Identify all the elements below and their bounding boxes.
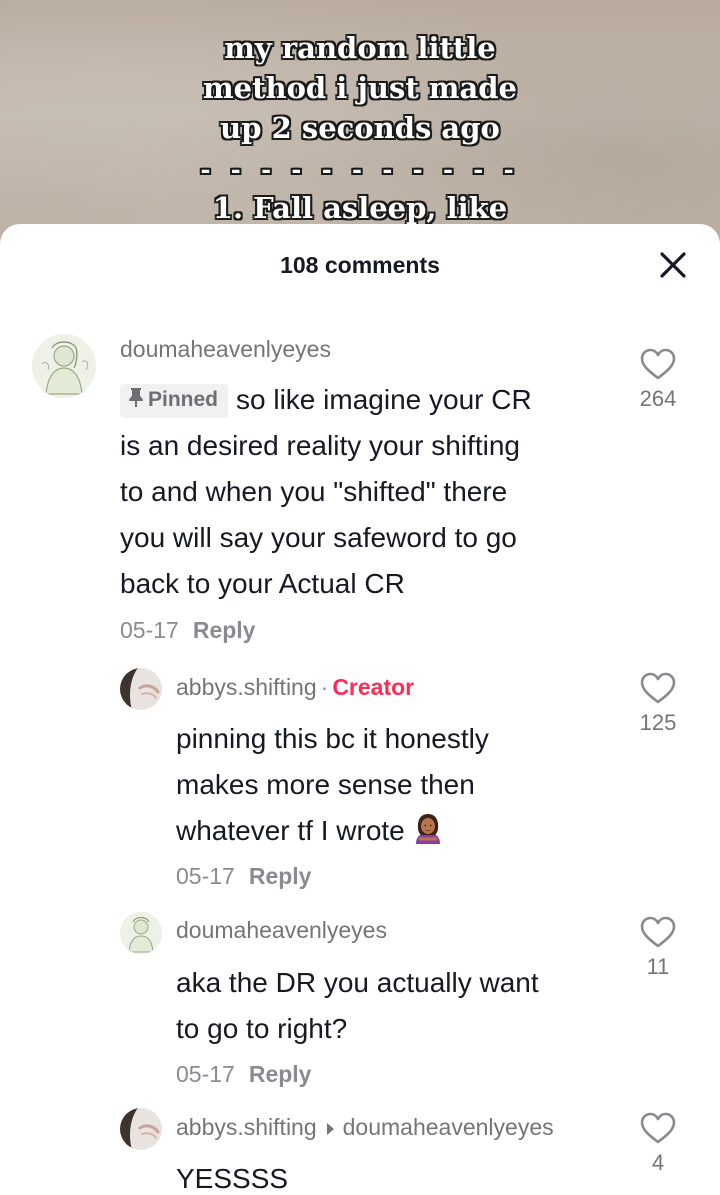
comment-text-line: to and when you "shifted" there [120,476,508,507]
video-caption-line: method i just made [202,71,518,105]
avatar-image [120,912,162,954]
creator-badge: Creator [332,674,415,700]
like-count: 4 [651,1150,665,1175]
person-gesturing-no-emoji [411,812,445,860]
avatar-image [120,1108,162,1150]
like-count: 125 [639,710,677,735]
reply-to-username[interactable]: doumaheavenlyeyes [343,1114,554,1140]
reply-text: aka the DR you actually want to go to ri… [176,960,606,1052]
reply-text: YESSSS [176,1156,606,1195]
avatar-image [120,668,162,710]
avatar[interactable] [120,912,162,954]
reply-text-line: aka the DR you actually want [176,967,539,998]
reply-button[interactable]: Reply [193,617,256,643]
comment-text: Pinned so like imagine your CR is an desi… [120,377,620,607]
reply-username-text[interactable]: abbys.shifting [176,674,317,700]
comment-text-line: is an desired reality your shifting [120,430,520,461]
video-caption-line: up 2 seconds ago [220,111,500,145]
reply-meta: 05-17 Reply [176,863,311,890]
separator-dot: · [320,674,329,700]
avatar[interactable] [120,1108,162,1150]
reply-text-line: YESSSS [176,1163,289,1194]
heart-icon [640,348,676,380]
video-caption-line: my random little [224,31,496,65]
reply-button[interactable]: Reply [249,863,312,889]
reply-text-line: pinning this bc it honestly [176,723,489,754]
heart-icon [640,672,676,704]
reply-text: pinning this bc it honestly makes more s… [176,716,606,860]
reply-meta: 05-17 Reply [176,1061,311,1088]
close-icon [660,252,686,278]
pin-icon [128,388,144,416]
comment-date: 05-17 [120,617,179,643]
reply-username: abbys.shifting · Creator [176,674,414,701]
heart-icon [640,1112,676,1144]
close-button[interactable] [658,250,688,280]
comment-count: 108 comments [280,252,440,278]
comment-text-line: so like imagine your CR [236,384,532,415]
reply-text-line: to go to right? [176,1013,348,1044]
reply-text-line: makes more sense then [176,769,475,800]
like-count: 264 [639,386,677,411]
reply-username: abbys.shifting doumaheavenlyeyes [176,1114,554,1142]
sheet-header: 108 comments [0,224,720,308]
comments-sheet: 108 comments doumaheavenlyeyes Pinned so … [0,224,720,1195]
heart-icon [640,916,676,948]
comment-meta: 05-17 Reply [120,617,255,644]
avatar[interactable] [32,334,96,398]
video-caption-line: 1. Fall asleep, like [212,191,508,225]
comment-text-line: you will say your safeword to go [120,522,517,553]
pinned-badge: Pinned [120,384,229,418]
pinned-label: Pinned [148,388,219,411]
reply-button[interactable]: Reply [249,1061,312,1087]
like-button[interactable]: 4 [628,1112,688,1176]
video-background[interactable]: my random little method i just made up 2… [0,0,720,260]
avatar-image [32,334,96,398]
reply-date: 05-17 [176,863,235,889]
avatar[interactable] [120,668,162,710]
like-count: 11 [646,954,670,979]
comment-username[interactable]: doumaheavenlyeyes [120,336,331,363]
like-button[interactable]: 125 [628,672,688,736]
comment-text-line: back to your Actual CR [120,568,405,599]
reply-arrow-icon [325,1115,335,1142]
reply-username-text[interactable]: abbys.shifting [176,1114,317,1140]
reply-date: 05-17 [176,1061,235,1087]
reply-text-line: whatever tf I wrote [176,815,405,846]
like-button[interactable]: 11 [628,916,688,980]
like-button[interactable]: 264 [628,348,688,412]
video-caption-divider: - - - - - - - - - - - [200,155,520,184]
reply-username[interactable]: doumaheavenlyeyes [176,917,387,944]
